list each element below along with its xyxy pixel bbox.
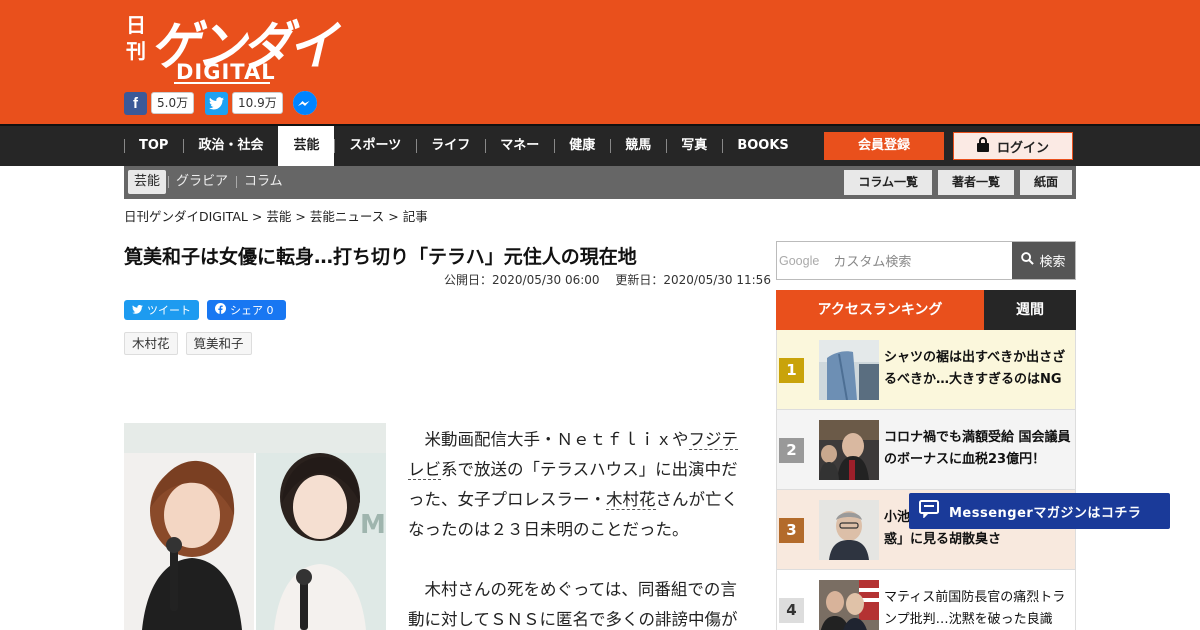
- tag-item[interactable]: 筧美和子: [185, 332, 252, 355]
- logo-underline: [174, 82, 270, 84]
- lock-icon: [976, 136, 989, 156]
- site-logo[interactable]: 日刊 ゲンダイ DIGITAL: [126, 10, 338, 84]
- rank-title: コロナ禍でも満額受給 国会議員のボーナスに血税23億円！: [884, 430, 1071, 467]
- published-date: 公開日：2020/05/30 06:00: [444, 273, 600, 287]
- search-button[interactable]: 検索: [1012, 242, 1075, 279]
- facebook-share-button[interactable]: シェア 0: [207, 300, 286, 320]
- rank-number: 1: [779, 358, 804, 383]
- tweet-label: ツイート: [147, 304, 191, 317]
- facebook-follow[interactable]: f 5.0万: [124, 91, 195, 115]
- author-list-button[interactable]: 著者一覧: [937, 170, 1014, 195]
- rank-title: マティス前国防長官の痛烈トランプ批判…沈黙を破った良識: [884, 590, 1066, 627]
- tab-weekly[interactable]: 週間: [984, 290, 1076, 330]
- ranking-tabs: アクセスランキング 週間: [776, 290, 1076, 330]
- messenger-banner-label: Messengerマガジンはコチラ: [949, 505, 1142, 521]
- twitter-follow[interactable]: 10.9万: [205, 91, 283, 115]
- logo-digital: DIGITAL: [176, 60, 276, 84]
- rank-title: シャツの裾は出すべきか出さざるべきか…大きすぎるのはNG: [884, 350, 1066, 387]
- messenger-icon[interactable]: [293, 91, 317, 115]
- register-button[interactable]: 会員登録: [824, 132, 944, 160]
- search-icon: [1021, 252, 1035, 269]
- chat-icon: [919, 500, 939, 522]
- nav-sports[interactable]: スポーツ: [334, 126, 416, 166]
- rank-thumbnail: [819, 340, 879, 400]
- nav-politics[interactable]: 政治・社会: [183, 126, 278, 166]
- rank-number: 4: [779, 598, 804, 623]
- subnav-entertainment[interactable]: 芸能: [128, 170, 167, 194]
- share-buttons: ツイート シェア 0: [124, 300, 286, 320]
- search-input[interactable]: Google カスタム検索: [777, 242, 1012, 279]
- article-tags: 木村花 筧美和子: [124, 332, 252, 355]
- rank-number: 2: [779, 438, 804, 463]
- nav-photo[interactable]: 写真: [666, 126, 722, 166]
- facebook-count: 5.0万: [151, 92, 195, 114]
- sub-nav: 芸能 グラビア コラム コラム一覧 著者一覧 紙面: [124, 166, 1076, 199]
- tag-item[interactable]: 木村花: [124, 332, 178, 355]
- nav-life[interactable]: ライフ: [416, 126, 485, 166]
- keyword-link-kimura[interactable]: 木村花: [606, 490, 656, 510]
- rank-number: 3: [779, 518, 804, 543]
- subnav-gravure[interactable]: グラビア: [168, 170, 236, 194]
- nav-books[interactable]: BOOKS: [722, 126, 803, 166]
- site-header: 日刊 ゲンダイ DIGITAL f 5.0万 10.9万: [0, 0, 1200, 124]
- body-text: 米動画配信大手・Ｎｅｔｆｌｉｘや: [424, 430, 689, 449]
- ranking-item[interactable]: 1 シャツの裾は出すべきか出さざるべきか…大きすぎるのはNG: [776, 330, 1076, 410]
- svg-text:MA: MA: [360, 510, 386, 540]
- messenger-magazine-banner[interactable]: Messengerマガジンはコチラ: [909, 493, 1170, 529]
- subnav-column[interactable]: コラム: [236, 170, 291, 194]
- ranking-list: 1 シャツの裾は出すべきか出さざるべきか…大きすぎるのはNG 2 コロナ禍でも満…: [776, 330, 1079, 630]
- rank-thumbnail: [819, 500, 879, 560]
- article-paragraph: 米動画配信大手・Ｎｅｔｆｌｉｘやフジテレビ系で放送の「テラスハウス」に出演中だっ…: [408, 425, 753, 545]
- facebook-share-label: シェア 0: [230, 304, 274, 317]
- twitter-bird-icon: [132, 304, 143, 317]
- nav-health[interactable]: 健康: [554, 126, 610, 166]
- breadcrumb-entertainment[interactable]: 芸能: [266, 209, 291, 224]
- nav-keiba[interactable]: 競馬: [610, 126, 666, 166]
- ranking-item[interactable]: 2 コロナ禍でも満額受給 国会議員のボーナスに血税23億円！: [776, 410, 1076, 490]
- logo-nikkan: 日刊: [126, 13, 146, 63]
- updated-date: 更新日：2020/05/30 11:56: [615, 273, 771, 287]
- nav-entertainment[interactable]: 芸能: [278, 126, 335, 166]
- breadcrumb: 日刊ゲンダイDIGITAL > 芸能 > 芸能ニュース > 記事: [124, 209, 428, 224]
- tab-access-ranking[interactable]: アクセスランキング: [776, 290, 984, 330]
- column-list-button[interactable]: コラム一覧: [844, 170, 932, 195]
- tweet-button[interactable]: ツイート: [124, 300, 199, 320]
- twitter-icon: [205, 91, 228, 115]
- article-photo: MA: [124, 423, 386, 630]
- google-label: Google: [779, 253, 820, 268]
- site-search: Google カスタム検索 検索: [776, 241, 1076, 280]
- article-paragraph: 木村さんの死をめぐっては、同番組での言動に対してＳＮＳに匿名で多くの誹謗中傷が: [408, 580, 738, 629]
- article-body: 米動画配信大手・Ｎｅｔｆｌｉｘやフジテレビ系で放送の「テラスハウス」に出演中だっ…: [408, 425, 753, 630]
- nav-money[interactable]: マネー: [485, 126, 554, 166]
- nav-top[interactable]: TOP: [124, 126, 183, 166]
- article-dates: 公開日：2020/05/30 06:00 更新日：2020/05/30 11:5…: [444, 271, 771, 288]
- login-label: ログイン: [996, 140, 1049, 156]
- breadcrumb-news[interactable]: 芸能ニュース: [310, 209, 384, 224]
- main-nav: TOP 政治・社会 芸能 スポーツ ライフ マネー 健康 競馬 写真 BOOKS…: [0, 124, 1200, 166]
- search-button-label: 検索: [1039, 255, 1066, 270]
- breadcrumb-home[interactable]: 日刊ゲンダイDIGITAL: [124, 209, 248, 224]
- twitter-count: 10.9万: [232, 92, 283, 114]
- paper-button[interactable]: 紙面: [1019, 170, 1072, 195]
- search-placeholder: カスタム検索: [833, 255, 912, 270]
- rank-thumbnail: [819, 420, 879, 480]
- login-button[interactable]: ログイン: [953, 132, 1073, 160]
- facebook-f-icon: [215, 303, 226, 317]
- facebook-icon: f: [124, 91, 147, 115]
- ranking-item[interactable]: 4 マティス前国防長官の痛烈トランプ批判…沈黙を破った良識: [776, 570, 1076, 630]
- rank-thumbnail: [819, 580, 879, 630]
- breadcrumb-current: 記事: [402, 209, 428, 224]
- article-title: 筧美和子は女優に転身…打ち切り「テラハ」元住人の現在地: [124, 246, 637, 268]
